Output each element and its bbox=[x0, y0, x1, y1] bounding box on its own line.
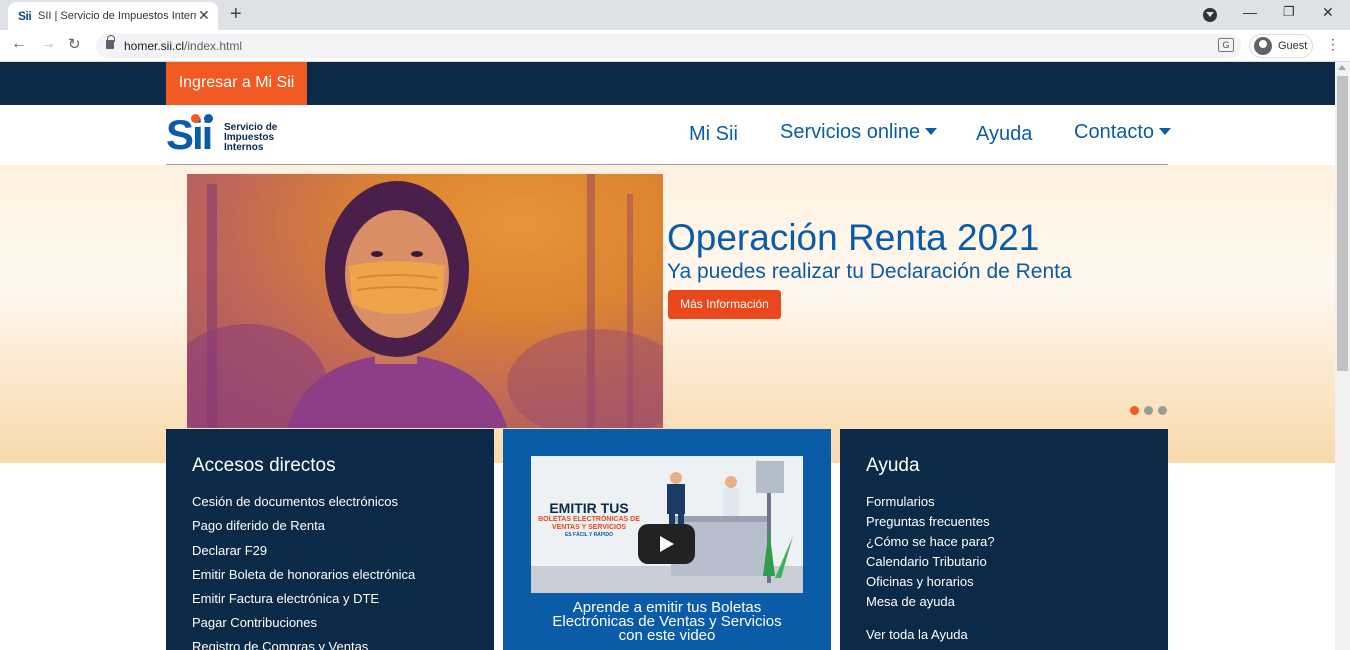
chevron-down-icon bbox=[925, 128, 938, 135]
video-caption[interactable]: Aprende a emitir tus Boletas Electrónica… bbox=[503, 600, 831, 643]
translate-icon[interactable]: G bbox=[1218, 38, 1234, 52]
nav-contacto[interactable]: Contacto bbox=[1074, 121, 1172, 144]
thumbnail-tagline: ES FÁCIL Y RÁPIDO bbox=[564, 532, 614, 538]
browser-toolbar: ← → ↻ homer.sii.cl/index.html G Guest ⋮ bbox=[0, 30, 1350, 62]
logo-dot-orange bbox=[191, 114, 200, 123]
browser-tabstrip: Sii SII | Servicio de Impuestos Internos… bbox=[0, 0, 1350, 30]
browser-tab[interactable]: Sii SII | Servicio de Impuestos Internos… bbox=[8, 2, 218, 30]
accesos-link[interactable]: Emitir Factura electrónica y DTE bbox=[192, 591, 379, 606]
profile-button[interactable]: Guest bbox=[1249, 34, 1313, 58]
logo-text: Servicio de Impuestos Internos bbox=[224, 122, 278, 153]
close-window-icon[interactable]: ✕ bbox=[1322, 4, 1334, 21]
tab-close-icon[interactable]: ✕ bbox=[198, 7, 210, 24]
restore-icon[interactable]: ❐ bbox=[1283, 4, 1295, 20]
ayuda-link[interactable]: Mesa de ayuda bbox=[866, 594, 955, 609]
accesos-link[interactable]: Registro de Compras y Ventas bbox=[192, 639, 368, 650]
see-all-help-link[interactable]: Ver toda la Ayuda bbox=[866, 627, 968, 642]
accesos-link[interactable]: Pagar Contribuciones bbox=[192, 615, 317, 630]
thumbnail-subtitle: BOLETAS ELECTRÓNICAS DE VENTAS Y SERVICI… bbox=[538, 516, 640, 531]
sii-logo[interactable]: Sii Servicio de Impuestos Internos bbox=[166, 114, 296, 156]
ayuda-link[interactable]: Preguntas frecuentes bbox=[866, 514, 990, 529]
chevron-down-icon bbox=[1159, 128, 1172, 135]
page-scrollbar[interactable] bbox=[1335, 62, 1350, 650]
login-button[interactable]: Ingresar a Mi Sii bbox=[166, 62, 307, 105]
ayuda-title: Ayuda bbox=[866, 455, 920, 476]
nav-servicios-online[interactable]: Servicios online bbox=[780, 121, 938, 144]
hero-subtitle: Ya puedes realizar tu Declaración de Ren… bbox=[667, 260, 1072, 283]
hero-title: Operación Renta 2021 bbox=[667, 217, 1040, 258]
reload-icon[interactable]: ↻ bbox=[68, 35, 81, 53]
video-thumbnail[interactable]: EMITIR TUS BOLETAS ELECTRÓNICAS DE VENTA… bbox=[531, 456, 803, 593]
forward-icon[interactable]: → bbox=[40, 35, 56, 53]
carousel-dot-1[interactable] bbox=[1130, 406, 1139, 415]
profile-label: Guest bbox=[1278, 40, 1308, 52]
browser-menu-icon[interactable]: ⋮ bbox=[1326, 36, 1340, 53]
ayuda-panel: Ayuda Formularios Preguntas frecuentes ¿… bbox=[840, 429, 1168, 650]
accesos-directos-panel: Accesos directos Cesión de documentos el… bbox=[166, 429, 494, 650]
lock-icon bbox=[106, 35, 115, 49]
accesos-link[interactable]: Emitir Boleta de honorarios electrónica bbox=[192, 567, 415, 582]
avatar-icon bbox=[1254, 37, 1272, 55]
hero-image bbox=[187, 174, 663, 428]
carousel-dot-2[interactable] bbox=[1144, 406, 1153, 415]
back-icon[interactable]: ← bbox=[11, 35, 27, 53]
accesos-link[interactable]: Pago diferido de Renta bbox=[192, 518, 325, 533]
page-content: Ingresar a Mi Sii Sii Servicio de Impues… bbox=[0, 62, 1335, 650]
play-icon[interactable] bbox=[638, 524, 695, 564]
url-text: homer.sii.cl/index.html bbox=[124, 39, 243, 53]
tab-title: SII | Servicio de Impuestos Internos bbox=[38, 10, 196, 22]
profile-menu-icon[interactable] bbox=[1203, 8, 1217, 22]
scroll-up-icon[interactable] bbox=[1338, 65, 1346, 70]
ayuda-link[interactable]: ¿Cómo se hace para? bbox=[866, 534, 995, 549]
accesos-link[interactable]: Declarar F29 bbox=[192, 543, 267, 558]
minimize-icon[interactable]: — bbox=[1243, 4, 1257, 20]
top-bar: Ingresar a Mi Sii bbox=[0, 62, 1335, 105]
video-panel: EMITIR TUS BOLETAS ELECTRÓNICAS DE VENTA… bbox=[503, 429, 831, 650]
new-tab-icon[interactable]: + bbox=[230, 3, 242, 26]
favicon-icon: Sii bbox=[18, 9, 32, 23]
address-bar[interactable]: homer.sii.cl/index.html bbox=[96, 34, 1241, 58]
carousel-dot-3[interactable] bbox=[1158, 406, 1167, 415]
ayuda-link[interactable]: Formularios bbox=[866, 494, 935, 509]
scroll-thumb[interactable] bbox=[1337, 76, 1348, 371]
logo-dot-blue bbox=[204, 114, 213, 123]
ayuda-link[interactable]: Calendario Tributario bbox=[866, 554, 987, 569]
nav-mi-sii[interactable]: Mi Sii bbox=[689, 123, 738, 146]
nav-ayuda[interactable]: Ayuda bbox=[976, 123, 1032, 146]
accesos-link[interactable]: Cesión de documentos electrónicos bbox=[192, 494, 398, 509]
more-info-button[interactable]: Más Información bbox=[668, 290, 781, 319]
ayuda-link[interactable]: Oficinas y horarios bbox=[866, 574, 974, 589]
accesos-title: Accesos directos bbox=[192, 455, 336, 476]
thumbnail-title: EMITIR TUS bbox=[549, 500, 629, 516]
